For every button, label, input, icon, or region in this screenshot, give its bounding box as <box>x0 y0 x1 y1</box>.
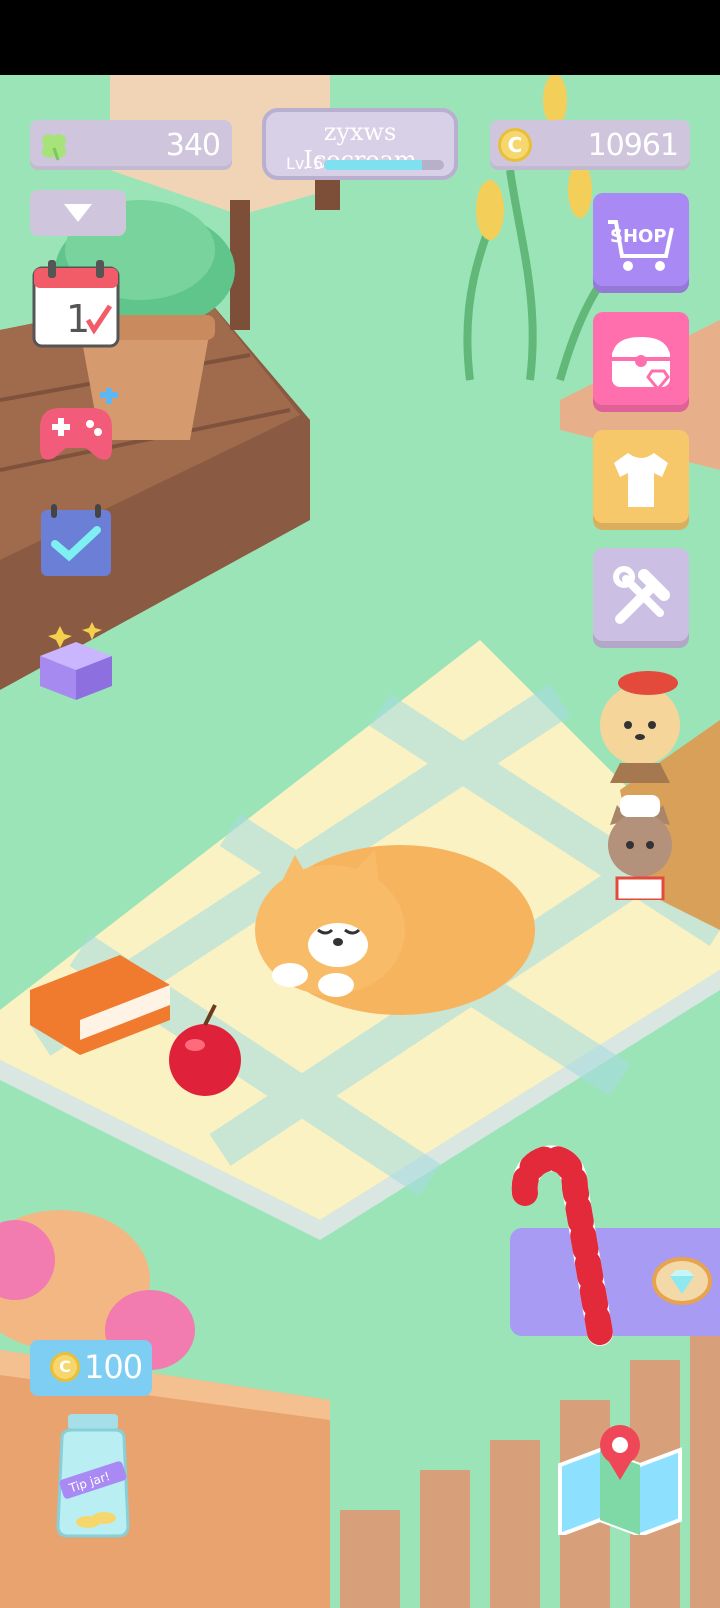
diamond-badge-icon <box>652 1257 712 1305</box>
candy-cane-icon[interactable] <box>500 1133 620 1353</box>
map-icon <box>558 1425 682 1538</box>
calendar-day: 1 <box>66 297 90 341</box>
daily-checkin-button[interactable]: 1 <box>30 258 122 350</box>
tasks-button[interactable] <box>35 500 117 582</box>
checklist-icon <box>41 504 111 576</box>
coin-icon: C <box>50 1352 80 1382</box>
npc-poodle-avatar[interactable] <box>590 663 690 783</box>
tip-jar-icon: Tip jar! <box>56 1414 130 1538</box>
player-nameplate[interactable]: zyxws Icecream Lv. 5 <box>250 100 470 188</box>
clover-count: 340 <box>165 128 221 163</box>
coin-icon: C <box>498 128 532 162</box>
calendar-icon: 1 <box>32 260 120 348</box>
chest-icon <box>612 337 670 392</box>
tip-jar-amount: 100 <box>84 1348 143 1386</box>
tshirt-icon <box>614 453 668 507</box>
map-button[interactable] <box>550 1415 690 1538</box>
tip-jar-amount-badge: C 100 <box>30 1340 152 1396</box>
gamepad-icon <box>40 386 118 460</box>
shop-button[interactable]: SHOP <box>593 193 689 293</box>
minigame-button[interactable] <box>30 386 122 480</box>
xp-bar <box>324 160 444 170</box>
status-bar <box>0 0 720 75</box>
outfit-button[interactable] <box>593 430 689 530</box>
chest-button[interactable] <box>593 312 689 412</box>
xp-bar-fill <box>324 160 423 170</box>
clover-counter[interactable]: 340 <box>30 120 232 170</box>
player-level: Lv. 5 <box>286 154 324 173</box>
tools-button[interactable] <box>593 548 689 648</box>
shop-cart-icon: SHOP <box>608 220 674 271</box>
gift-box-icon <box>40 622 112 700</box>
coin-counter[interactable]: C 10961 <box>490 120 690 170</box>
npc-chef-cat-avatar[interactable] <box>595 790 685 900</box>
clover-icon <box>42 134 66 161</box>
gift-box-button[interactable] <box>30 612 122 704</box>
tools-icon <box>613 566 670 624</box>
nameplate-frame: zyxws Icecream Lv. 5 <box>262 108 458 180</box>
coin-count: 10961 <box>587 128 679 163</box>
tip-jar-button[interactable]: Tip jar! <box>48 1410 138 1540</box>
dropdown-toggle-button[interactable] <box>30 190 126 236</box>
